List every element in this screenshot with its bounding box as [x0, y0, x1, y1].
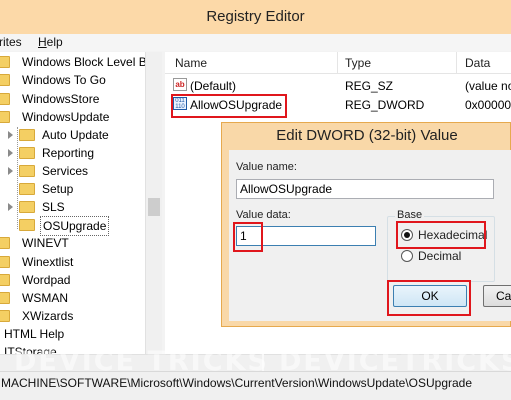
folder-icon: [19, 201, 35, 213]
tree-item-label: XWizards: [22, 309, 74, 323]
tree-item-label: HTML Help: [4, 327, 65, 341]
window-title: Registry Editor: [206, 8, 305, 25]
tree-item-label: SLS: [42, 200, 65, 214]
menu-help-rest: elp: [46, 35, 63, 49]
window-title-bar: Registry Editor: [0, 0, 511, 34]
value-name-label: Value name:: [236, 161, 297, 173]
tree-item-label: Windows Block Level B: [22, 55, 147, 69]
folder-icon: [0, 111, 10, 123]
tree-item-label: WINEVT: [22, 236, 69, 250]
registry-path: MACHINE\SOFTWARE\Microsoft\Windows\Curre…: [1, 376, 473, 390]
tree-item-label: WSMAN: [22, 291, 68, 305]
expand-arrow-icon[interactable]: [8, 167, 13, 175]
value-type: REG_SZ: [345, 79, 394, 93]
folder-icon: [19, 147, 35, 159]
values-list-header: Name Type Data: [165, 52, 511, 74]
menu-help[interactable]: Help: [38, 35, 63, 49]
highlight-box-hexadecimal: [396, 221, 486, 249]
string-value-icon: ab: [173, 78, 187, 91]
value-data: 0x000000: [465, 98, 511, 112]
tree-item-label: Windows To Go: [22, 73, 106, 87]
folder-icon: [0, 93, 10, 105]
tree-item-label: WindowsUpdate: [22, 110, 110, 124]
expand-arrow-icon[interactable]: [8, 149, 13, 157]
tree-item-label: Services: [42, 164, 89, 178]
column-header-data[interactable]: Data: [465, 56, 490, 70]
menu-help-mnemonic: H: [38, 35, 47, 49]
column-separator[interactable]: [456, 52, 457, 74]
folder-open-icon: [19, 219, 35, 231]
status-bar: MACHINE\SOFTWARE\Microsoft\Windows\Curre…: [0, 371, 511, 400]
tree-item-label: OSUpgrade: [40, 216, 110, 236]
folder-icon: [0, 274, 10, 286]
dialog-title: Edit DWORD (32-bit) Value: [276, 127, 458, 144]
value-type: REG_DWORD: [345, 98, 425, 112]
tree-item-label: Reporting: [42, 146, 95, 160]
folder-icon: [19, 129, 35, 141]
value-name-field[interactable]: AllowOSUpgrade: [236, 179, 494, 199]
decimal-label[interactable]: Decimal: [418, 249, 461, 263]
cancel-button[interactable]: Car: [483, 285, 511, 307]
decimal-radio[interactable]: [401, 250, 413, 262]
tree-item-label: WindowsStore: [22, 92, 100, 106]
tree-scroll-thumb[interactable]: [148, 198, 160, 216]
value-data: (value no: [465, 79, 511, 93]
folder-icon: [0, 310, 10, 322]
tree-item-label: Setup: [42, 182, 74, 196]
tree-item-label: Winextlist: [22, 255, 74, 269]
highlight-box-ok-button: [387, 280, 471, 316]
folder-icon: [0, 56, 10, 68]
column-header-type[interactable]: Type: [345, 56, 371, 70]
column-header-name[interactable]: Name: [175, 56, 207, 70]
folder-icon: [19, 165, 35, 177]
tree-item-label: Wordpad: [22, 273, 71, 287]
expand-arrow-icon[interactable]: [8, 131, 13, 139]
highlight-box-value-data: [233, 222, 263, 252]
base-label: Base: [395, 209, 425, 221]
tree-item-label: Auto Update: [42, 128, 109, 142]
menu-bar: rites Help: [0, 34, 511, 51]
value-data-label: Value data:: [236, 209, 291, 221]
value-name: (Default): [190, 79, 237, 93]
folder-icon: [0, 256, 10, 268]
folder-icon: [19, 183, 35, 195]
expand-arrow-icon[interactable]: [8, 203, 13, 211]
folder-icon: [0, 74, 10, 86]
highlight-box-allowosupgrade: [171, 94, 287, 118]
column-separator[interactable]: [337, 52, 338, 74]
folder-icon: [0, 292, 10, 304]
folder-icon: [0, 237, 10, 249]
tree-connector-line: [17, 127, 18, 229]
registry-tree[interactable]: Windows Block Level B Windows To Go Wind…: [0, 52, 162, 354]
menu-favorites[interactable]: rites: [0, 35, 22, 49]
